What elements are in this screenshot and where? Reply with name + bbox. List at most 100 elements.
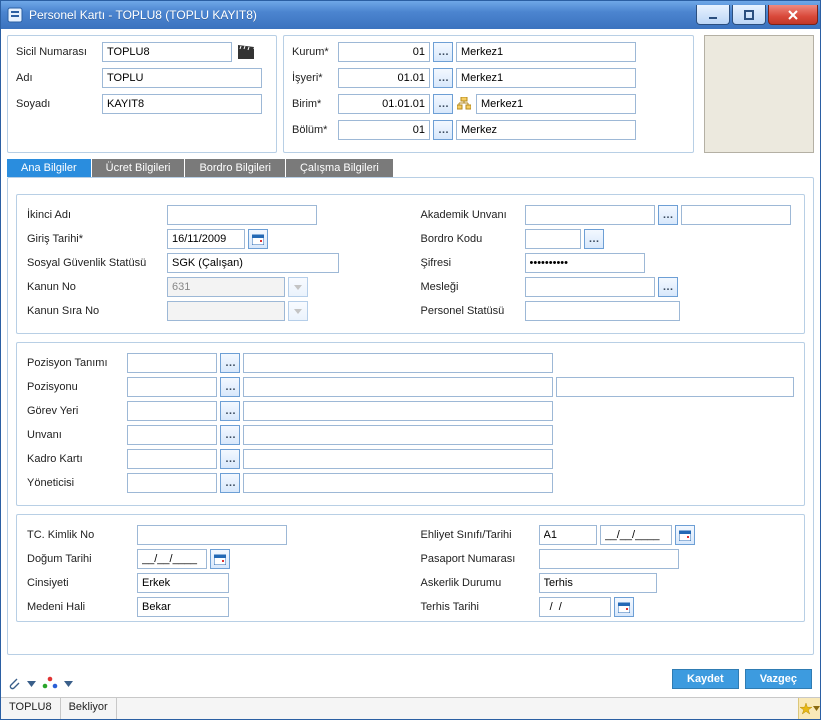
- app-window: Personel Kartı - TOPLU8 (TOPLU KAYIT8) S…: [0, 0, 821, 720]
- terhis-input[interactable]: [539, 597, 611, 617]
- pasaport-input[interactable]: [539, 549, 679, 569]
- paperclip-icon[interactable]: [7, 675, 21, 691]
- maximize-button[interactable]: [732, 5, 766, 25]
- close-button[interactable]: [768, 5, 818, 25]
- isyeri-lookup-button[interactable]: [433, 68, 453, 88]
- pozisyon-tanimi-desc[interactable]: [243, 353, 553, 373]
- birim-code-input[interactable]: [338, 94, 430, 114]
- kadro-karti-code[interactable]: [127, 449, 217, 469]
- yoneticisi-lookup[interactable]: [220, 473, 240, 493]
- isyeri-name-input[interactable]: [456, 68, 636, 88]
- kanun-sira-input: [167, 301, 285, 321]
- gorev-yeri-desc[interactable]: [243, 401, 553, 421]
- sifre-input[interactable]: [525, 253, 645, 273]
- kanun-sira-dropdown: [288, 301, 308, 321]
- yoneticisi-desc[interactable]: [243, 473, 553, 493]
- tab-ucret-bilgileri[interactable]: Ücret Bilgileri: [92, 159, 185, 177]
- pozisyonu-label: Pozisyonu: [27, 381, 127, 393]
- cinsiyet-select[interactable]: Erkek: [137, 573, 229, 593]
- bordro-input[interactable]: [525, 229, 581, 249]
- pozisyonu-desc[interactable]: [243, 377, 553, 397]
- sicil-input[interactable]: [102, 42, 232, 62]
- askerlik-select[interactable]: Terhis: [539, 573, 657, 593]
- pozisyon-tanimi-code[interactable]: [127, 353, 217, 373]
- bordro-lookup-button[interactable]: [584, 229, 604, 249]
- akademik-input[interactable]: [525, 205, 655, 225]
- tc-input[interactable]: [137, 525, 287, 545]
- kurum-code-input[interactable]: [338, 42, 430, 62]
- medeni-select[interactable]: Bekar: [137, 597, 229, 617]
- ikinci-adi-input[interactable]: [167, 205, 317, 225]
- yoneticisi-code[interactable]: [127, 473, 217, 493]
- position-section: Pozisyon Tanımı Pozisyonu Görev Yeri Un: [16, 342, 805, 506]
- kurum-lookup-button[interactable]: [433, 42, 453, 62]
- kanun-no-input: [167, 277, 285, 297]
- kanun-sira-label: Kanun Sıra No: [27, 305, 167, 317]
- tab-calisma-bilgileri[interactable]: Çalışma Bilgileri: [286, 159, 393, 177]
- ehliyet-tarih-input[interactable]: [600, 525, 672, 545]
- askerlik-label: Askerlik Durumu: [421, 577, 539, 589]
- nodes-icon[interactable]: [42, 676, 58, 690]
- pozisyonu-extra[interactable]: [556, 377, 794, 397]
- gorev-yeri-code[interactable]: [127, 401, 217, 421]
- soyadi-input[interactable]: [102, 94, 262, 114]
- terhis-cal-button[interactable]: [614, 597, 634, 617]
- gorev-yeri-lookup[interactable]: [220, 401, 240, 421]
- pstat-select[interactable]: [525, 301, 680, 321]
- akademik-desc-input[interactable]: [681, 205, 791, 225]
- ehliyet-sinif-select[interactable]: A1: [539, 525, 597, 545]
- organization-box: Kurum* İşyeri* Birim*: [283, 35, 694, 153]
- org-tree-icon[interactable]: [456, 96, 472, 112]
- status-bar: TOPLU8 Bekliyor: [1, 697, 820, 719]
- unvani-code[interactable]: [127, 425, 217, 445]
- sgs-select[interactable]: SGK (Çalışan): [167, 253, 339, 273]
- isyeri-label: İşyeri*: [292, 72, 338, 84]
- pozisyonu-code[interactable]: [127, 377, 217, 397]
- birim-lookup-button[interactable]: [433, 94, 453, 114]
- pozisyon-tanimi-lookup[interactable]: [220, 353, 240, 373]
- sgs-label: Sosyal Güvenlik Statüsü: [27, 257, 167, 269]
- adi-input[interactable]: [102, 68, 262, 88]
- terhis-label: Terhis Tarihi: [421, 601, 539, 613]
- status-right: Bekliyor: [61, 698, 117, 719]
- birim-label: Birim*: [292, 98, 338, 110]
- kadro-karti-lookup[interactable]: [220, 449, 240, 469]
- giris-tarihi-input[interactable]: [167, 229, 245, 249]
- favorite-star-icon[interactable]: [798, 698, 820, 719]
- akademik-label: Akademik Unvanı: [421, 209, 525, 221]
- cancel-button[interactable]: Vazgeç: [745, 669, 812, 689]
- save-button[interactable]: Kaydet: [672, 669, 739, 689]
- meslek-input[interactable]: [525, 277, 655, 297]
- bordro-label: Bordro Kodu: [421, 233, 525, 245]
- birim-name-input[interactable]: [476, 94, 636, 114]
- clapper-icon[interactable]: [238, 45, 254, 59]
- cinsiyet-label: Cinsiyeti: [27, 577, 137, 589]
- paperclip-dropdown-icon[interactable]: [27, 679, 36, 688]
- core-info-section: İkinci Adı Giriş Tarihi* Sosyal Güvenlik…: [16, 194, 805, 334]
- minimize-button[interactable]: [696, 5, 730, 25]
- ehliyet-cal-button[interactable]: [675, 525, 695, 545]
- tab-bordro-bilgileri[interactable]: Bordro Bilgileri: [185, 159, 285, 177]
- dogum-input[interactable]: [137, 549, 207, 569]
- isyeri-code-input[interactable]: [338, 68, 430, 88]
- kadro-karti-desc[interactable]: [243, 449, 553, 469]
- employee-photo[interactable]: [704, 35, 814, 153]
- soyadi-label: Soyadı: [16, 98, 102, 110]
- bolum-code-input[interactable]: [338, 120, 430, 140]
- tab-ana-bilgiler[interactable]: Ana Bilgiler: [7, 159, 91, 177]
- bolum-lookup-button[interactable]: [433, 120, 453, 140]
- meslek-lookup-button[interactable]: [658, 277, 678, 297]
- akademik-lookup-button[interactable]: [658, 205, 678, 225]
- pozisyonu-lookup[interactable]: [220, 377, 240, 397]
- giris-tarihi-cal-button[interactable]: [248, 229, 268, 249]
- kurum-name-input[interactable]: [456, 42, 636, 62]
- dogum-cal-button[interactable]: [210, 549, 230, 569]
- window-buttons: [694, 5, 818, 25]
- bolum-name-input[interactable]: [456, 120, 636, 140]
- dogum-label: Doğum Tarihi: [27, 553, 137, 565]
- unvani-desc[interactable]: [243, 425, 553, 445]
- unvani-lookup[interactable]: [220, 425, 240, 445]
- nodes-dropdown-icon[interactable]: [64, 679, 73, 688]
- window-title: Personel Kartı - TOPLU8 (TOPLU KAYIT8): [29, 8, 694, 22]
- unvani-label: Unvanı: [27, 429, 127, 441]
